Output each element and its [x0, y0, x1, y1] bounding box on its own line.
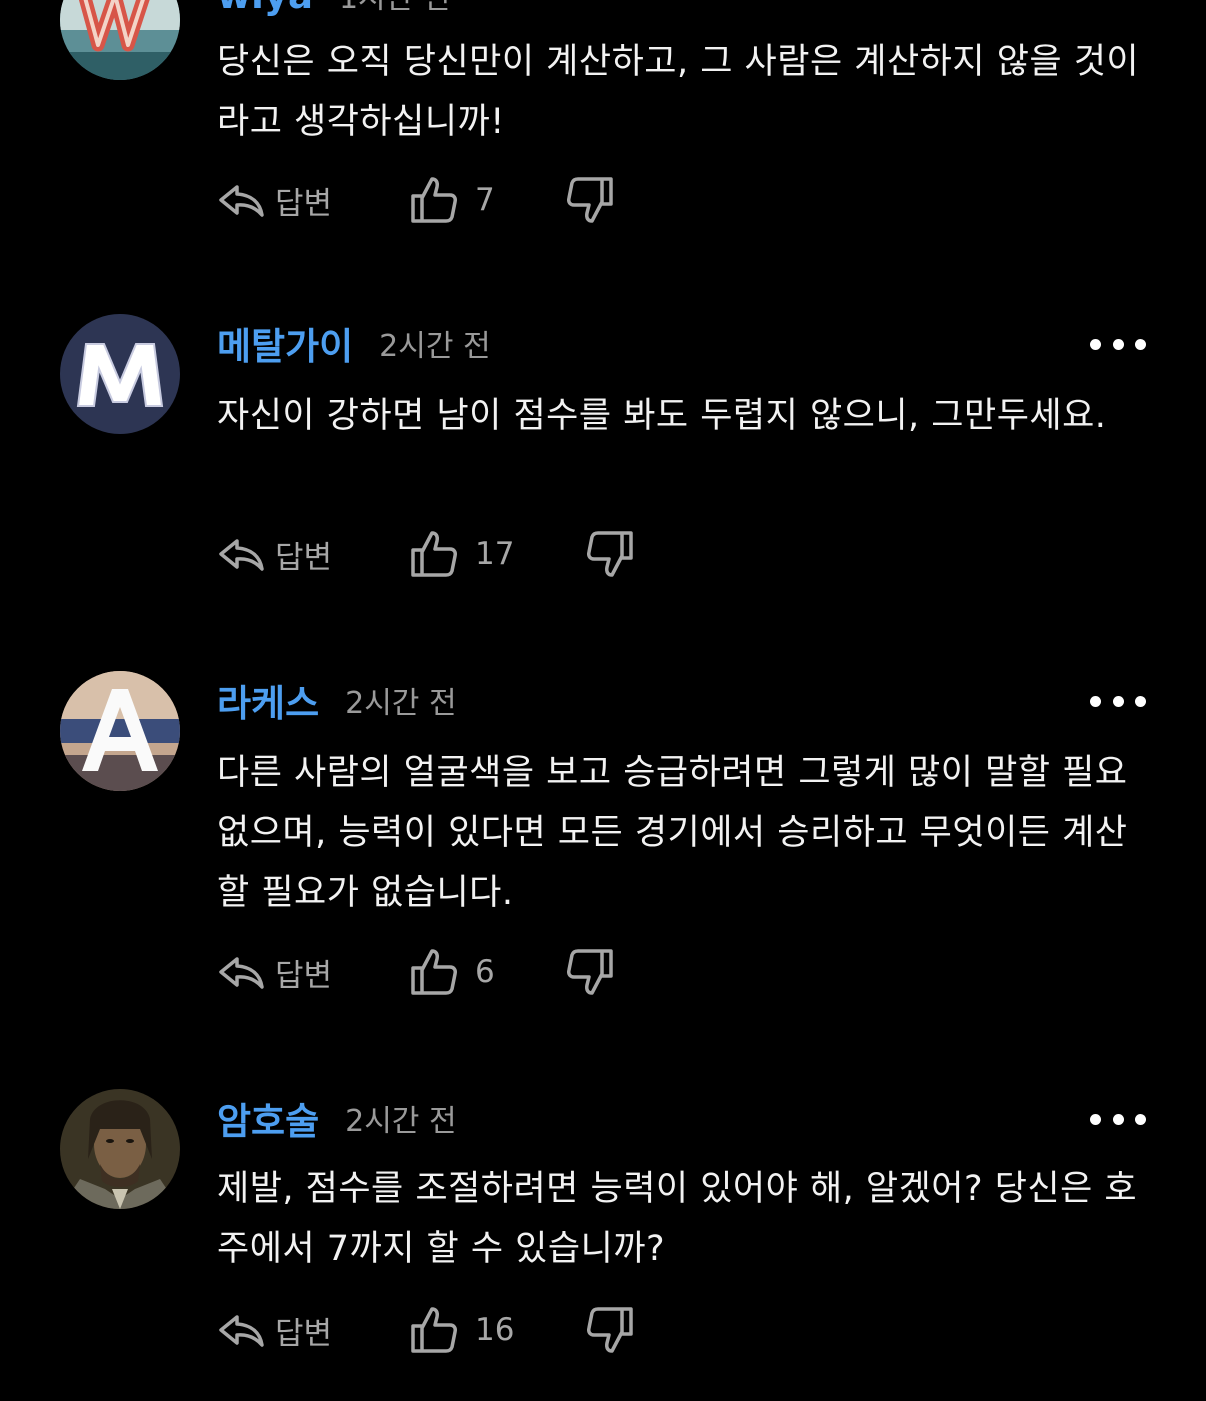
thumbs-down-icon — [567, 949, 613, 995]
reply-arrow-icon — [219, 185, 264, 217]
comment-actions: 답변 6 — [217, 947, 613, 997]
reply-label: 답변 — [275, 957, 333, 994]
comment-actions: 답변 16 — [217, 1305, 633, 1355]
dislike-button[interactable] — [585, 529, 635, 579]
avatar[interactable] — [60, 314, 180, 434]
more-dot — [1135, 338, 1146, 350]
comment-header: 암호술 2시간 전 — [217, 1093, 457, 1143]
more-dot — [1135, 1113, 1146, 1125]
like-button[interactable]: 16 — [409, 1305, 514, 1355]
thumbs-up-icon — [411, 1307, 457, 1353]
more-options-icon — [1090, 338, 1101, 350]
thumbs-up-icon — [411, 531, 457, 577]
author-name[interactable]: wiya — [217, 0, 313, 17]
reply-arrow-icon — [219, 539, 264, 571]
comment-actions: 답변 17 — [217, 529, 633, 579]
dislike-button[interactable] — [565, 947, 615, 997]
like-count: 17 — [475, 536, 515, 572]
comment-time: 2시간 전 — [345, 686, 457, 721]
thumbs-down-icon — [567, 177, 613, 223]
like-button[interactable]: 7 — [409, 175, 495, 225]
thumbs-down-icon — [587, 531, 633, 577]
dislike-button[interactable] — [585, 1305, 635, 1355]
like-count: 6 — [475, 954, 495, 990]
like-button[interactable]: 17 — [409, 529, 514, 579]
reply-arrow-icon — [219, 957, 264, 989]
avatar[interactable] — [60, 1089, 180, 1209]
comment-text: 자신이 강하면 남이 점수를 봐도 두렵지 않으니, 그만두세요. — [217, 396, 1107, 436]
reply-label: 답변 — [275, 539, 333, 576]
more-dot — [1112, 338, 1124, 350]
reply-label: 답변 — [275, 1315, 333, 1352]
more-options-icon — [1090, 695, 1101, 707]
avatar[interactable] — [60, 0, 180, 80]
like-count: 16 — [475, 1312, 515, 1348]
reply-button[interactable]: 답변 — [217, 532, 332, 577]
a-letter-avatar-icon — [60, 671, 180, 791]
dislike-button[interactable] — [565, 175, 615, 225]
m-letter-avatar-icon — [60, 314, 180, 434]
comment-text: 당신은 오직 당신만이 계산하고, 그 사람은 계산하지 않을 것이라고 생각하… — [217, 42, 1140, 142]
more-dot — [1112, 695, 1124, 707]
comment-time: 2시간 전 — [379, 329, 491, 364]
reply-label: 답변 — [275, 185, 333, 222]
more-dot — [1112, 1113, 1124, 1125]
comment-time: 1시간 전 — [339, 0, 450, 17]
author-name[interactable]: 라케스 — [217, 673, 319, 727]
w-letter-avatar-icon — [60, 0, 180, 80]
more-options-button[interactable] — [1090, 329, 1146, 359]
more-options-button[interactable] — [1090, 1104, 1146, 1134]
comment-actions: 답변 7 — [217, 175, 613, 225]
comment-header: 라케스 2시간 전 — [217, 675, 457, 725]
like-count: 7 — [475, 182, 495, 218]
comment-header: 메탈가이 2시간 전 — [217, 318, 491, 368]
reply-button[interactable]: 답변 — [217, 178, 332, 223]
thumbs-up-icon — [411, 949, 457, 995]
reply-button[interactable]: 답변 — [217, 950, 332, 995]
comment-text: 다른 사람의 얼굴색을 보고 승급하려면 그렇게 많이 말할 필요 없으며, 능… — [217, 753, 1128, 913]
reply-button[interactable]: 답변 — [217, 1308, 332, 1353]
author-name[interactable]: 암호술 — [217, 1091, 319, 1145]
thumbs-up-icon — [411, 177, 457, 223]
thumbs-down-icon — [587, 1307, 633, 1353]
more-options-icon — [1090, 1113, 1101, 1125]
comment-text: 제발, 점수를 조절하려면 능력이 있어야 해, 알겠어? 당신은 호주에서 7… — [217, 1169, 1138, 1269]
more-dot — [1135, 695, 1146, 707]
more-options-button[interactable] — [1090, 686, 1146, 716]
like-button[interactable]: 6 — [409, 947, 495, 997]
comment-header: wiya 1시간 전 — [217, 0, 450, 20]
comment-time: 2시간 전 — [345, 1104, 457, 1139]
avatar[interactable] — [60, 671, 180, 791]
reply-arrow-icon — [219, 1315, 264, 1347]
author-name[interactable]: 메탈가이 — [217, 316, 353, 370]
photo-avatar-icon — [60, 1089, 180, 1209]
